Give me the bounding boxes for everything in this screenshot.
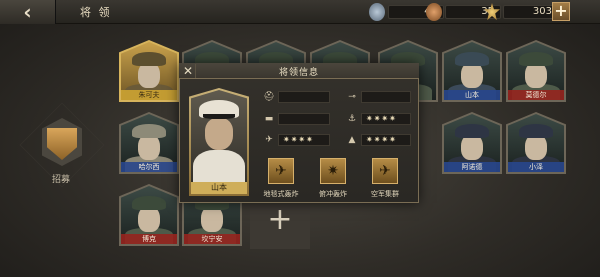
air-group-icon[interactable]: ✈ bbox=[372, 158, 398, 184]
add-resource-button[interactable]: + bbox=[552, 2, 570, 21]
aircraft-icon: ✈ bbox=[265, 135, 273, 145]
stat-aircraft: ✷✷✷✷ bbox=[278, 134, 330, 146]
general-card[interactable]: 阿诺德 bbox=[442, 112, 502, 174]
recruit-label: 招募 bbox=[52, 175, 71, 185]
stat-naval: ✷✷✷✷ bbox=[361, 113, 411, 125]
star-badge-count: 303 bbox=[503, 5, 559, 19]
chevron-left-icon: ‹ bbox=[23, 0, 32, 24]
general-name: 哈尔西 bbox=[121, 162, 177, 172]
general-name: 小泽 bbox=[508, 162, 564, 172]
carpet-bombing-icon[interactable]: ✈ bbox=[268, 158, 294, 184]
infantry-helmet-icon: ⛑ bbox=[263, 92, 275, 102]
general-name: 山本 bbox=[444, 90, 500, 100]
general-card[interactable]: 山本 bbox=[442, 40, 502, 102]
page-title: 将 领 bbox=[80, 6, 112, 19]
modal-title: 将领信息 bbox=[278, 68, 319, 78]
general-name: 博克 bbox=[121, 234, 177, 244]
general-name: 阿诺德 bbox=[444, 162, 500, 172]
general-card[interactable]: 小泽 bbox=[506, 112, 566, 174]
skill-label: 俯冲轰炸 bbox=[319, 190, 347, 198]
back-button[interactable]: ‹ bbox=[0, 0, 56, 24]
tank-icon: ▬ bbox=[264, 114, 274, 124]
general-name: 莫德尔 bbox=[508, 90, 564, 100]
general-name: 坎宁安 bbox=[184, 234, 240, 244]
general-card[interactable]: 朱可夫 bbox=[119, 40, 179, 102]
general-name: 朱可夫 bbox=[121, 90, 177, 100]
skill-label: 地毯式轰炸 bbox=[263, 190, 299, 198]
general-card[interactable]: 博克 bbox=[119, 184, 179, 246]
skill-label: 空军集群 bbox=[371, 190, 399, 198]
stat-infantry bbox=[278, 91, 330, 103]
artillery-icon: ⊸ bbox=[348, 92, 356, 102]
stat-tank bbox=[278, 113, 330, 125]
stat-mobility: ✷✷✷✷ bbox=[361, 134, 411, 146]
general-card[interactable]: 莫德尔 bbox=[506, 40, 566, 102]
general-card[interactable]: 哈尔西 bbox=[119, 112, 179, 174]
silver-medal-icon bbox=[369, 3, 385, 21]
general-portrait-name: 山本 bbox=[191, 182, 247, 194]
close-button[interactable]: ✕ bbox=[181, 64, 196, 78]
bronze-medal-icon bbox=[426, 3, 442, 21]
general-portrait: 山本 bbox=[189, 88, 249, 196]
stat-artillery bbox=[361, 91, 411, 103]
dive-bombing-icon[interactable]: ✷ bbox=[320, 158, 346, 184]
boot-icon: ▲ bbox=[348, 135, 356, 145]
anchor-icon: ⚓ bbox=[347, 114, 357, 124]
